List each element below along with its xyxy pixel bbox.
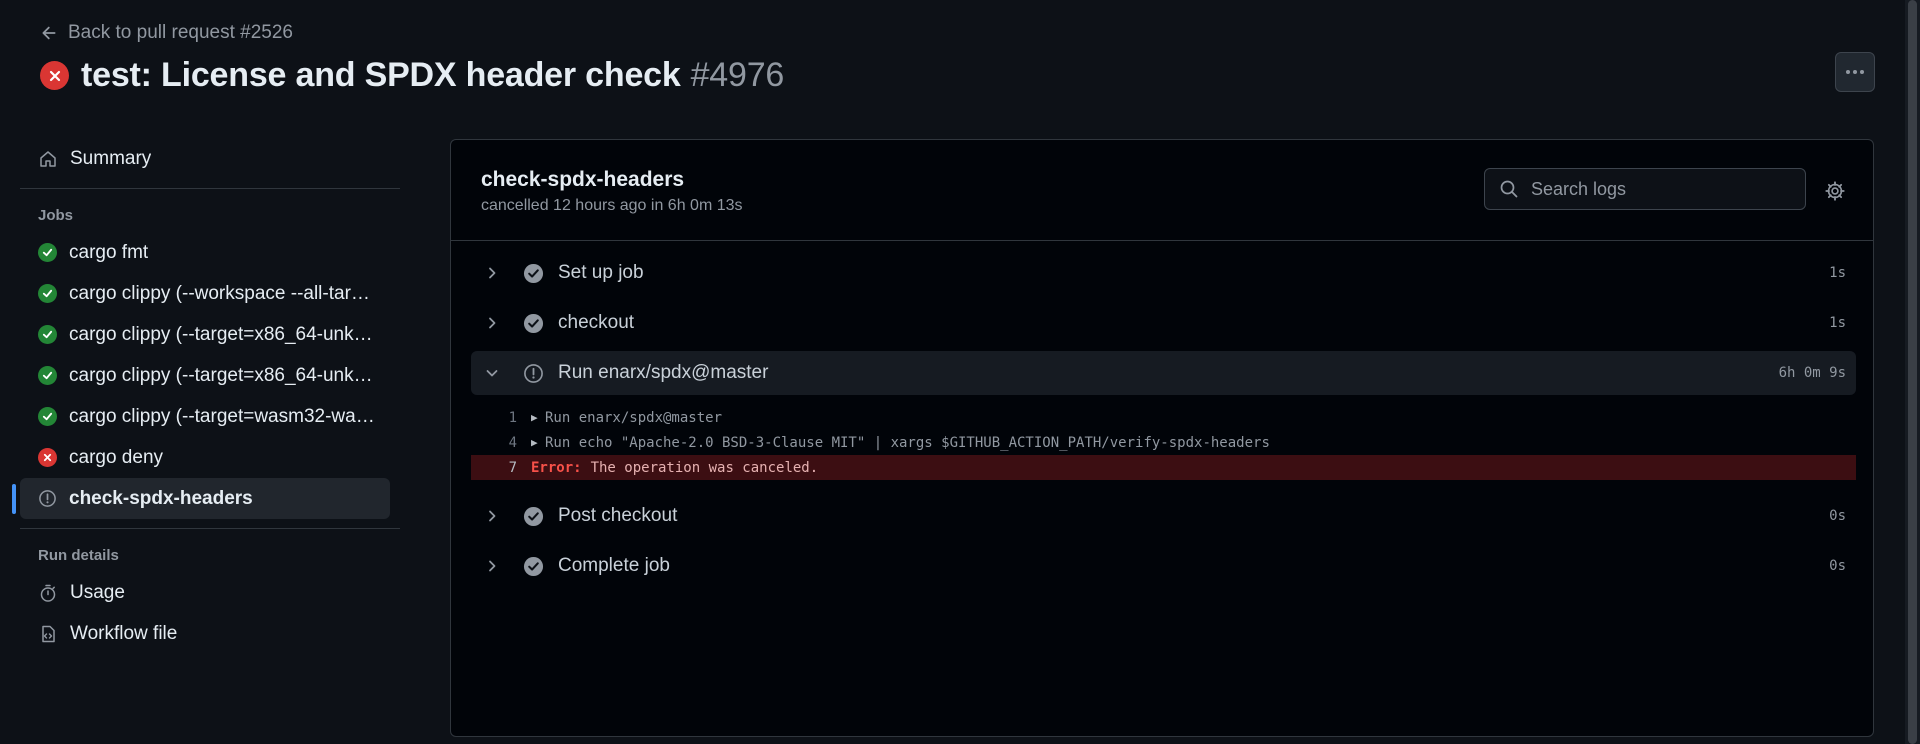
- expand-triangle-icon[interactable]: ▶: [531, 436, 545, 449]
- step-duration: 0s: [1829, 508, 1846, 524]
- scrollbar-thumb[interactable]: [1908, 0, 1917, 744]
- step-duration: 1s: [1829, 265, 1846, 281]
- arrow-left-icon: [42, 26, 56, 40]
- sidebar-item-workflow-file[interactable]: Workflow file: [20, 613, 390, 654]
- jobs-heading: Jobs: [38, 206, 74, 224]
- job-header: check-spdx-headers cancelled 12 hours ag…: [451, 140, 1873, 241]
- page: Back to pull request #2526 test: License…: [0, 0, 1905, 744]
- kebab-horizontal-icon: [1846, 70, 1850, 74]
- check-circle-fill-icon: [523, 313, 544, 333]
- log-text: The operation was canceled.: [590, 459, 819, 476]
- step-run-enarx-spdx[interactable]: Run enarx/spdx@master 6h 0m 9s: [471, 351, 1856, 395]
- page-title-row: test: License and SPDX header check #4976: [40, 56, 784, 95]
- sidebar-job-cargo-clippy-wasm32[interactable]: cargo clippy (--target=wasm32-wasi --all…: [20, 396, 390, 437]
- step-name: Set up job: [558, 262, 644, 283]
- sidebar-item-label: Usage: [70, 581, 125, 603]
- job-label: cargo clippy (--target=x86_64-unknown-no…: [69, 364, 379, 386]
- chevron-right-icon: [489, 510, 496, 522]
- log-line[interactable]: 4 ▶ Run echo "Apache-2.0 BSD-3-Clause MI…: [471, 430, 1856, 455]
- failure-status-icon: [40, 61, 69, 90]
- job-label: cargo fmt: [69, 241, 149, 263]
- job-label: cargo clippy (--target=x86_64-unknown-li…: [69, 323, 379, 345]
- active-indicator: [12, 484, 16, 514]
- check-circle-fill-icon: [523, 263, 544, 283]
- log-line-error[interactable]: 7 Error: The operation was canceled.: [471, 455, 1856, 480]
- step-name: Run enarx/spdx@master: [558, 362, 769, 383]
- sidebar-item-usage[interactable]: Usage: [20, 572, 390, 613]
- step-name: checkout: [558, 312, 635, 333]
- sidebar-job-cargo-clippy-x86-none[interactable]: cargo clippy (--target=x86_64-unknown-no…: [20, 355, 390, 396]
- run-number: #4976: [690, 56, 785, 94]
- sidebar-item-label: Workflow file: [70, 622, 178, 644]
- job-label: cargo clippy (--workspace --all-targets): [69, 282, 379, 304]
- step-duration: 0s: [1829, 558, 1846, 574]
- sidebar-item-summary[interactable]: Summary: [20, 138, 390, 179]
- job-log-panel: check-spdx-headers cancelled 12 hours ag…: [450, 139, 1874, 737]
- check-circle-icon: [38, 284, 57, 303]
- page-scrollbar[interactable]: [1905, 0, 1920, 744]
- chevron-down-icon: [486, 370, 498, 377]
- step-checkout[interactable]: checkout 1s: [471, 301, 1856, 345]
- sidebar-divider: [20, 528, 400, 529]
- check-circle-icon: [38, 407, 57, 426]
- step-duration: 1s: [1829, 315, 1846, 331]
- job-label: cargo clippy (--target=wasm32-wasi --all…: [69, 405, 379, 427]
- log-line[interactable]: 1 ▶ Run enarx/spdx@master: [471, 405, 1856, 430]
- cancelled-circle-icon: [524, 363, 543, 383]
- search-logs-input[interactable]: [1531, 178, 1781, 200]
- x-circle-icon: [38, 448, 57, 467]
- chevron-right-icon: [489, 267, 496, 279]
- back-to-pull-request-link[interactable]: Back to pull request #2526: [40, 22, 293, 44]
- more-options-button[interactable]: [1835, 52, 1875, 92]
- job-label: cargo deny: [69, 446, 164, 468]
- log-line-number: 1: [508, 409, 517, 426]
- sidebar-job-cargo-fmt[interactable]: cargo fmt: [20, 232, 390, 273]
- job-name: check-spdx-headers: [481, 168, 685, 191]
- sidebar-item-label: Summary: [70, 147, 152, 169]
- step-set-up-job[interactable]: Set up job 1s: [471, 251, 1856, 295]
- chevron-right-icon: [489, 560, 496, 572]
- step-name: Post checkout: [558, 505, 678, 526]
- step-log: 1 ▶ Run enarx/spdx@master 4 ▶ Run echo "…: [471, 405, 1856, 480]
- chevron-right-icon: [489, 317, 496, 329]
- sidebar-divider: [20, 188, 400, 189]
- expand-triangle-icon[interactable]: ▶: [531, 411, 545, 424]
- step-post-checkout[interactable]: Post checkout 0s: [471, 494, 1856, 538]
- job-meta: cancelled 12 hours ago in 6h 0m 13s: [481, 197, 743, 214]
- sidebar-job-cargo-clippy-x86-linux[interactable]: cargo clippy (--target=x86_64-unknown-li…: [20, 314, 390, 355]
- log-line-number: 7: [508, 459, 517, 476]
- run-details-heading: Run details: [38, 546, 119, 564]
- gear-icon[interactable]: [1824, 180, 1846, 202]
- step-complete-job[interactable]: Complete job 0s: [471, 544, 1856, 588]
- sidebar-job-cargo-clippy-workspace[interactable]: cargo clippy (--workspace --all-targets): [20, 273, 390, 314]
- check-circle-fill-icon: [523, 556, 544, 576]
- check-circle-icon: [38, 325, 57, 344]
- stopwatch-icon: [40, 584, 56, 602]
- sidebar-job-cargo-deny[interactable]: cargo deny: [20, 437, 390, 478]
- cancelled-circle-icon: [39, 490, 56, 507]
- log-text: Run echo "Apache-2.0 BSD-3-Clause MIT" |…: [545, 434, 1270, 451]
- sidebar: Summary Jobs cargo fmt cargo clippy (--w…: [12, 138, 400, 654]
- steps-list: Set up job 1s checkout 1s Run enarx/spdx…: [471, 251, 1856, 594]
- log-text: Run enarx/spdx@master: [545, 409, 723, 426]
- file-code-icon: [42, 625, 55, 642]
- back-link-label: Back to pull request #2526: [68, 22, 293, 43]
- check-circle-icon: [38, 366, 57, 385]
- step-name: Complete job: [558, 555, 670, 576]
- step-duration: 6h 0m 9s: [1778, 365, 1846, 381]
- check-circle-icon: [38, 243, 57, 262]
- home-icon: [40, 150, 56, 167]
- search-icon: [1500, 180, 1518, 198]
- page-title: test: License and SPDX header check #4976: [81, 56, 785, 94]
- search-logs-field[interactable]: [1484, 168, 1806, 210]
- log-line-number: 4: [508, 434, 517, 451]
- job-label: check-spdx-headers: [69, 487, 253, 509]
- error-label: Error:: [531, 459, 582, 476]
- sidebar-job-check-spdx-headers[interactable]: check-spdx-headers: [12, 478, 390, 519]
- check-circle-fill-icon: [523, 506, 544, 526]
